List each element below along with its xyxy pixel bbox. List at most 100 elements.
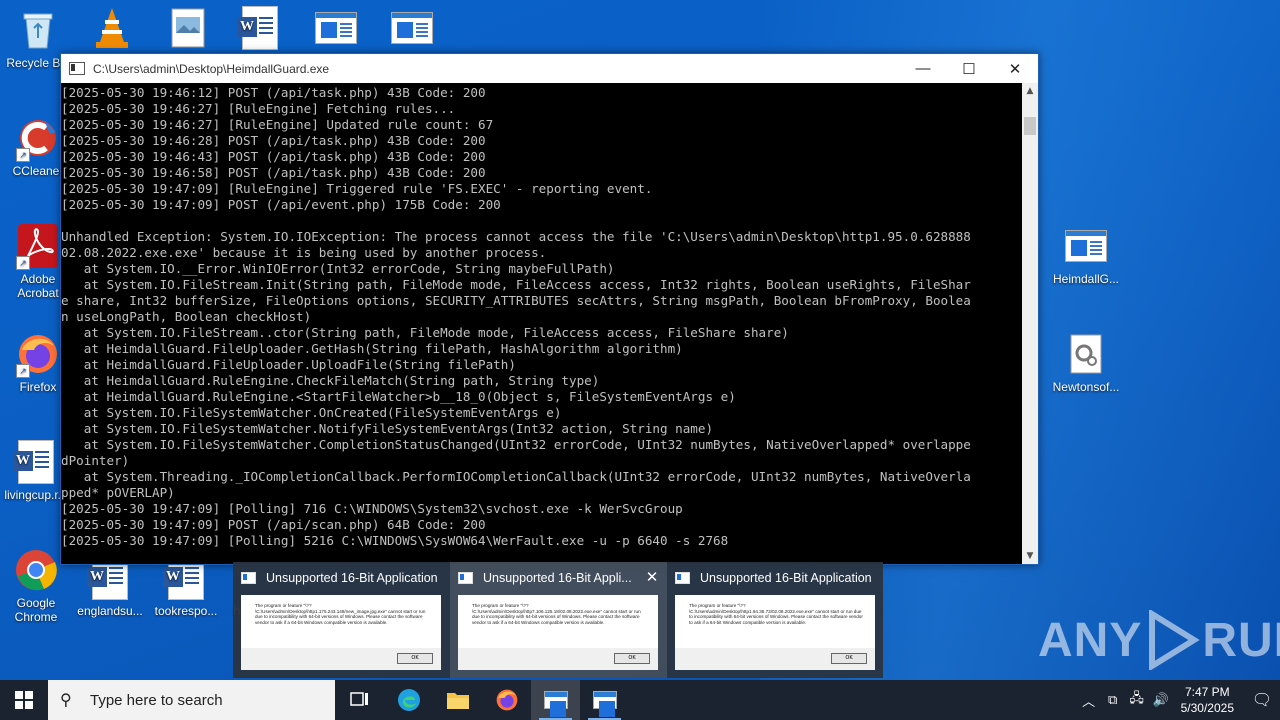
word-document-icon: W [13,440,58,484]
task-view-button[interactable] [335,680,384,720]
scrollbar-thumb[interactable] [1024,117,1036,135]
thumbnail-ok-button: OK [397,653,433,664]
anyrun-watermark: ANY RUN [1038,610,1280,670]
thumbnail-card[interactable]: Unsupported 16-Bit Appli... ✕ The progra… [450,562,667,678]
start-button[interactable] [0,680,48,720]
window-icon [241,572,256,584]
desktop-icon-newtonsoft[interactable]: Newtonsof... [1048,332,1124,394]
console-titlebar[interactable]: C:\Users\admin\Desktop\HeimdallGuard.exe… [61,54,1038,83]
watermark-left-text: ANY [1038,613,1143,667]
application-icon [314,6,358,50]
volume-icon[interactable]: 🔊 [1149,692,1173,708]
console-line: e share, Int32 bufferSize, FileOptions o… [61,293,971,308]
console-line: [2025-05-30 19:47:09] [Polling] 716 C:\W… [61,501,683,516]
console-line: at System.IO.FileStream..ctor(String pat… [61,325,789,340]
recycle-bin-icon [16,8,60,52]
chrome-label-line1: Google [16,596,56,610]
taskbar-file-explorer[interactable] [433,680,482,720]
taskbar-unsupported-app-group[interactable] [531,680,580,720]
notification-center-icon[interactable]: 🗨 [1244,690,1280,710]
newtonsoft-label: Newtonsof... [1052,380,1120,394]
taskbar-edge[interactable] [384,680,433,720]
thumbnail-title: Unsupported 16-Bit Appli... [483,571,632,585]
application-icon [390,6,434,50]
desktop-icon-heimdallguard[interactable]: HeimdallG... [1048,224,1124,286]
minimize-button[interactable]: — [900,54,946,83]
thumbnail-ok-button: OK [614,653,650,664]
firefox-icon [496,689,517,711]
chrome-label-line2: Chrome [14,610,58,624]
thumbnail-card[interactable]: Unsupported 16-Bit Application The progr… [233,562,450,678]
shortcut-arrow-icon: ↗ [16,364,30,378]
taskbar-thumbnail-popup: Unsupported 16-Bit Application The progr… [233,562,883,678]
scroll-down-arrow-icon[interactable]: ▼ [1022,548,1038,564]
network-icon[interactable]: 🖧 [1125,689,1149,711]
taskbar-search-box[interactable]: ⚲ Type here to search [48,680,335,720]
clock-date: 5/30/2025 [1180,701,1234,715]
search-placeholder: Type here to search [90,691,223,709]
console-app-icon [69,62,85,75]
taskbar-firefox[interactable] [482,680,531,720]
show-hidden-icons-chevron-icon[interactable]: ︿ [1077,691,1101,710]
watermark-right-text: RUN [1202,613,1280,667]
console-line: pped* pOVERLAP) [61,485,175,500]
englandsu-label: englandsu... [77,604,143,618]
console-line: [2025-05-30 19:46:43] POST (/api/task.ph… [61,149,486,164]
edge-icon [397,689,420,711]
taskbar-heimdallguard[interactable] [580,680,629,720]
desktop-icon-word-doc-top[interactable]: W [222,6,298,54]
word-document-icon: W [237,6,282,50]
vlc-icon [90,6,134,50]
thumbnail-message: The program or feature "\??\C:\Users\adm… [689,603,863,625]
close-button[interactable]: ✕ [992,54,1038,83]
thumbnail-message: The program or feature "\??\C:\Users\adm… [255,603,426,625]
desktop-icon-app-1[interactable] [298,6,374,54]
thumbnail-preview: The program or feature "\??\C:\Users\adm… [458,595,658,670]
thumbnail-close-button[interactable]: ✕ [643,568,661,586]
image-file-icon [166,6,210,50]
settings-file-icon [1064,332,1108,376]
console-line: at HeimdallGuard.FileUploader.GetHash(St… [61,341,683,356]
console-line: Unhandled Exception: System.IO.IOExcepti… [61,229,971,244]
console-line: 02.08.2022.exe.exe' because it is being … [61,245,547,260]
window-icon [458,572,473,584]
firefox-icon: ↗ [16,332,60,378]
console-line: at HeimdallGuard.FileUploader.UploadFile… [61,357,516,372]
console-line: [2025-05-30 19:46:12] POST (/api/task.ph… [61,85,486,100]
console-scrollbar[interactable]: ▲ ▼ [1022,83,1038,564]
network-device-icon[interactable]: ⧉ [1101,692,1125,708]
maximize-button[interactable]: ☐ [946,54,992,83]
desktop-icon-englandsu[interactable]: W englandsu... [72,556,148,618]
console-window[interactable]: C:\Users\admin\Desktop\HeimdallGuard.exe… [60,53,1039,565]
folder-icon [446,693,469,709]
search-icon: ⚲ [60,692,72,709]
console-line: [2025-05-30 19:47:09] [Polling] 5216 C:\… [61,533,729,548]
desktop-icon-app-2[interactable] [374,6,450,54]
acrobat-icon: ↗ [16,224,60,270]
console-line: [2025-05-30 19:46:28] POST (/api/task.ph… [61,133,486,148]
thumbnail-card[interactable]: Unsupported 16-Bit Application The progr… [667,562,884,678]
taskbar-clock[interactable]: 7:47 PM 5/30/2025 [1181,684,1234,716]
desktop-icon-image-file[interactable] [150,6,226,54]
console-line: n useLongPath, Boolean checkHost) [61,309,312,324]
play-logo-icon [1149,610,1201,670]
console-line: at System.IO.__Error.WinIOError(Int32 er… [61,261,615,276]
console-line: [2025-05-30 19:47:09] [RuleEngine] Trigg… [61,181,653,196]
console-line: at System.IO.FileSystemWatcher.OnCreated… [61,405,562,420]
scroll-up-arrow-icon[interactable]: ▲ [1022,83,1038,99]
console-line: [2025-05-30 19:47:09] POST (/api/event.p… [61,197,501,212]
thumbnail-ok-button: OK [831,653,867,664]
thumbnail-title: Unsupported 16-Bit Application [266,571,438,585]
application-icon [592,691,617,717]
shortcut-arrow-icon: ↗ [16,148,30,162]
chrome-icon [14,548,58,592]
desktop-icon-vlc[interactable] [74,6,150,54]
console-line: [2025-05-30 19:47:09] POST (/api/scan.ph… [61,517,486,532]
console-line: at System.IO.FileSystemWatcher.Completio… [61,437,971,452]
clock-time: 7:47 PM [1184,685,1230,699]
console-output[interactable]: [2025-05-30 19:46:12] POST (/api/task.ph… [61,83,1022,564]
console-line: [2025-05-30 19:46:27] [RuleEngine] Fetch… [61,101,456,116]
system-tray: ︿ ⧉ 🖧 🔊 7:47 PM 5/30/2025 🗨 [1077,680,1280,720]
console-line: [2025-05-30 19:46:58] POST (/api/task.ph… [61,165,486,180]
thumbnail-preview: The program or feature "\??\C:\Users\adm… [241,595,441,670]
